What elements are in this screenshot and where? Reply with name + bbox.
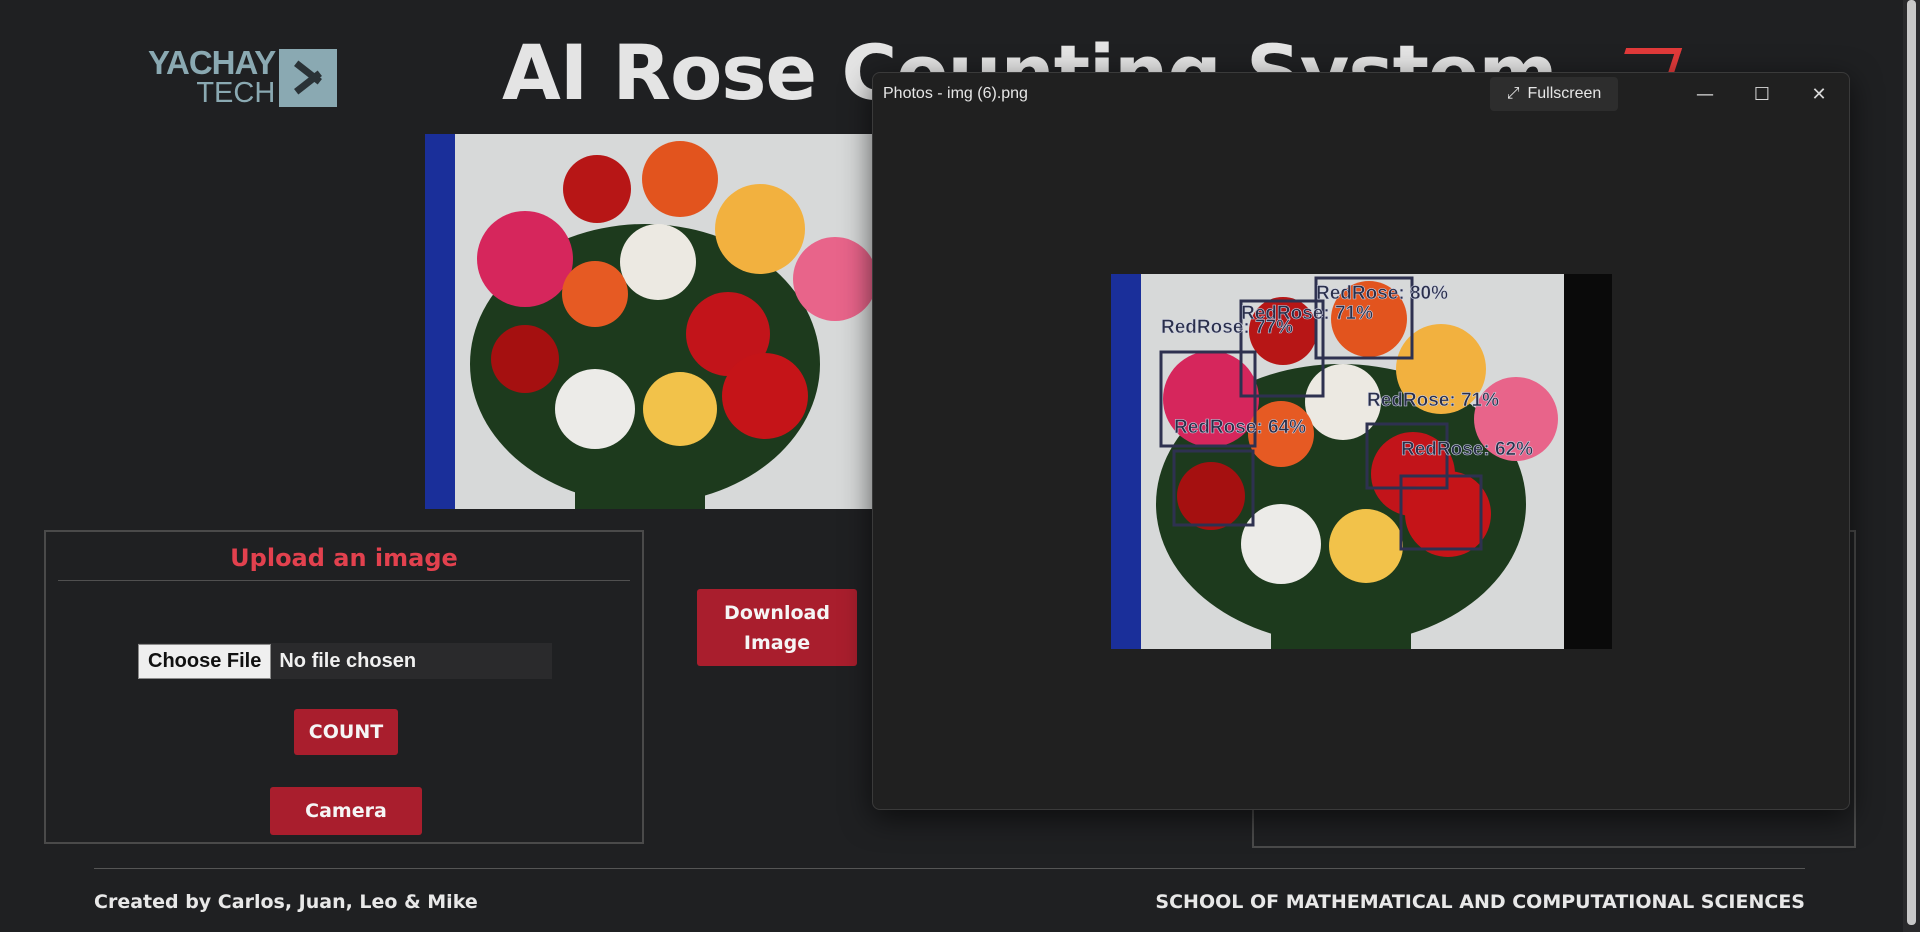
- camera-button[interactable]: Camera: [270, 787, 422, 835]
- footer-divider: [94, 868, 1805, 869]
- expand-icon: ⤢: [1506, 85, 1520, 102]
- photos-app-window[interactable]: Photos - img (6).png ⤢ Fullscreen — ☐ ✕: [872, 72, 1850, 810]
- logo-line1: YACHAY: [148, 44, 276, 81]
- close-button[interactable]: ✕: [1796, 77, 1842, 111]
- minimize-button[interactable]: —: [1682, 77, 1728, 111]
- detection-label: RedRose: 64%: [1174, 417, 1306, 438]
- count-button[interactable]: COUNT: [294, 709, 398, 755]
- upload-panel: Upload an image Choose File No file chos…: [44, 530, 644, 844]
- upload-heading: Upload an image: [230, 544, 458, 572]
- logo-emblem: [279, 49, 338, 107]
- download-image-button[interactable]: Download Image: [697, 589, 857, 666]
- detection-label: RedRose: 71%: [1367, 390, 1499, 411]
- logo-line2: TECH: [196, 77, 276, 109]
- page-scrollbar[interactable]: [1903, 0, 1920, 932]
- logo-text: YACHAY TECH: [148, 44, 276, 109]
- window-title: Photos - img (6).png: [883, 85, 1028, 102]
- detection-photo: RedRose: 80% RedRose: 71% RedRose: 77% R…: [1111, 274, 1612, 649]
- footer-school: SCHOOL OF MATHEMATICAL AND COMPUTATIONAL…: [1155, 891, 1805, 913]
- scrollbar-thumb[interactable]: [1907, 0, 1916, 925]
- fullscreen-label: Fullscreen: [1527, 85, 1602, 102]
- detection-label: RedRose: 80%: [1316, 283, 1448, 304]
- file-status-text: No file chosen: [279, 649, 417, 672]
- maximize-icon: ☐: [1753, 83, 1771, 105]
- detection-label: RedRose: 62%: [1401, 439, 1533, 460]
- file-input[interactable]: Choose File No file chosen: [138, 643, 552, 679]
- yachay-tech-logo[interactable]: YACHAY TECH: [148, 44, 338, 109]
- footer-credits: Created by Carlos, Juan, Leo & Mike: [94, 891, 478, 913]
- rose-photo: [425, 134, 874, 509]
- uploaded-rose-image: [425, 134, 874, 509]
- upload-divider: [58, 580, 630, 581]
- detection-label: RedRose: 77%: [1161, 317, 1293, 338]
- detected-image-view: RedRose: 80% RedRose: 71% RedRose: 77% R…: [1111, 274, 1612, 649]
- minimize-icon: —: [1696, 83, 1714, 105]
- maximize-button[interactable]: ☐: [1739, 77, 1785, 111]
- choose-file-button[interactable]: Choose File: [138, 643, 272, 679]
- close-icon: ✕: [1811, 83, 1827, 105]
- fullscreen-button[interactable]: ⤢ Fullscreen: [1490, 77, 1618, 111]
